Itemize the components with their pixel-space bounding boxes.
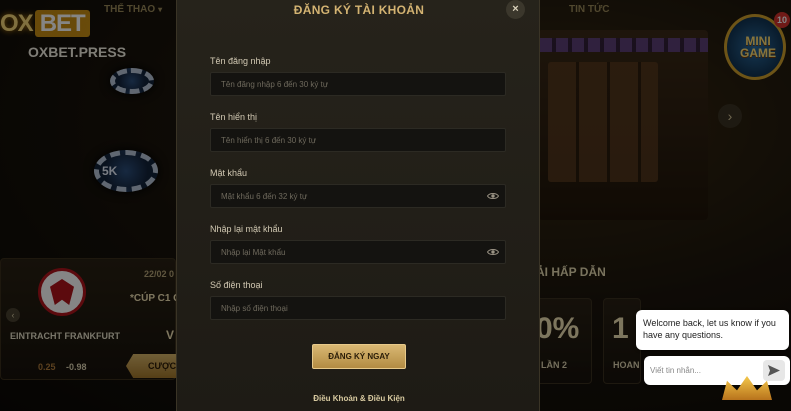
chat-message-input[interactable] xyxy=(650,361,756,380)
terms-link[interactable]: Điều Khoản & Điều Kiện xyxy=(177,394,541,403)
chat-composer xyxy=(644,356,790,385)
eye-icon[interactable] xyxy=(487,192,499,200)
register-now-button[interactable]: ĐĂNG KÝ NGAY xyxy=(312,344,406,369)
phone-label: Số điện thoại xyxy=(210,280,263,290)
username-input[interactable] xyxy=(210,72,506,96)
send-button[interactable] xyxy=(763,360,785,381)
display-name-label: Tên hiển thị xyxy=(210,112,258,122)
close-icon[interactable]: × xyxy=(506,0,525,19)
chat-welcome-message: Welcome back, let us know if you have an… xyxy=(636,310,789,350)
modal-title: ĐĂNG KÝ TÀI KHOẢN xyxy=(293,3,425,17)
display-name-input[interactable] xyxy=(210,128,506,152)
confirm-password-label: Nhập lại mật khẩu xyxy=(210,224,283,234)
password-input[interactable] xyxy=(210,184,506,208)
confirm-password-input[interactable] xyxy=(210,240,506,264)
send-icon xyxy=(768,365,780,376)
username-label: Tên đăng nhập xyxy=(210,56,271,66)
eye-icon[interactable] xyxy=(487,248,499,256)
register-modal: ĐĂNG KÝ TÀI KHOẢN × Tên đăng nhập Tên hi… xyxy=(176,0,540,411)
password-label: Mật khẩu xyxy=(210,168,248,178)
phone-input[interactable] xyxy=(210,296,506,320)
